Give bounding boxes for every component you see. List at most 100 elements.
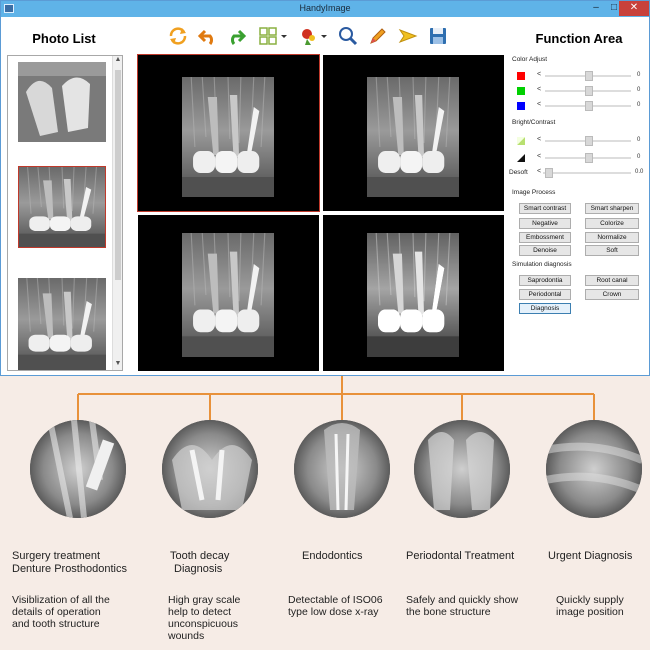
saprodontia-button[interactable]: Saprodontia [519, 275, 571, 286]
feature-title-line: Diagnosis [174, 563, 223, 575]
slider-knob[interactable] [585, 86, 593, 96]
xray-image [138, 215, 319, 371]
photo-thumbnail-selected[interactable] [18, 166, 106, 248]
surgery-xray-circle [30, 420, 126, 518]
urgent-diagnosis-xray-circle [546, 420, 642, 518]
diagnosis-button[interactable]: Diagnosis [519, 303, 571, 314]
slider-value: 0 [637, 137, 641, 143]
green-slider[interactable]: < 0 [517, 86, 643, 96]
smart-contrast-button[interactable]: Smart contrast [519, 203, 571, 214]
negative-button[interactable]: Negative [519, 218, 571, 229]
slider-left-icon[interactable]: < [537, 136, 541, 143]
zoom-icon[interactable] [337, 25, 359, 47]
image-pane[interactable] [138, 215, 319, 371]
red-slider[interactable]: < 0 [517, 71, 643, 81]
photo-thumbnail[interactable] [18, 278, 106, 370]
feature-title-line: Denture Prosthodontics [12, 563, 127, 575]
save-icon[interactable] [427, 25, 449, 47]
root-canal-button[interactable]: Root canal [585, 275, 639, 286]
scroll-thumb[interactable] [115, 70, 121, 280]
feature-title-line: Periodontal Treatment [406, 550, 515, 562]
pencil-icon[interactable] [367, 25, 389, 47]
minimize-button[interactable]: – [587, 1, 605, 16]
toolbar [129, 21, 509, 51]
photo-thumbnail[interactable] [18, 62, 106, 142]
green-swatch [517, 87, 525, 95]
feature-title-surgery: Surgery treatment Denture Prosthodontics [12, 550, 152, 576]
feature-desc-periodontal: Safely and quickly show the bone structu… [406, 594, 540, 618]
contrast-icon [517, 154, 525, 162]
arrow-tag-icon[interactable] [397, 25, 419, 47]
soft-button[interactable]: Soft [585, 245, 639, 256]
blue-slider[interactable]: < 0 [517, 101, 643, 111]
embossment-button[interactable]: Embossment [519, 232, 571, 243]
slider-knob[interactable] [545, 168, 553, 178]
slider-knob[interactable] [585, 101, 593, 111]
denoise-button[interactable]: Denoise [519, 245, 571, 256]
feature-desc-line: High gray scale [168, 594, 241, 606]
redo-icon[interactable] [225, 25, 247, 47]
colorize-button[interactable]: Colorize [585, 218, 639, 229]
feature-desc-line: image position [556, 606, 624, 618]
feature-desc-line: details of operation [12, 606, 101, 618]
crown-button[interactable]: Crown [585, 289, 639, 300]
thumbnail-image [18, 278, 106, 370]
scroll-down-icon[interactable]: ▼ [113, 360, 122, 370]
image-viewer [129, 51, 509, 373]
feature-desc-line: and tooth structure [12, 618, 100, 630]
image-pane[interactable] [323, 215, 504, 371]
image-pane[interactable] [137, 54, 320, 212]
endodontics-xray-circle [294, 420, 390, 518]
photo-list[interactable]: ▲ ▼ [7, 55, 123, 371]
slider-left-icon[interactable]: < [537, 86, 541, 93]
slider-left-icon[interactable]: < [537, 71, 541, 78]
feature-desc-tooth-decay: High gray scale help to detect unconspic… [168, 594, 278, 642]
slider-knob[interactable] [585, 71, 593, 81]
chevron-down-icon[interactable] [279, 25, 289, 47]
undo-icon[interactable] [197, 25, 219, 47]
feature-title-periodontal: Periodontal Treatment [406, 550, 536, 563]
slider-knob[interactable] [585, 136, 593, 146]
color-adjust-label: Color Adjust [512, 56, 548, 63]
xray-image [323, 55, 504, 211]
scroll-up-icon[interactable]: ▲ [113, 56, 122, 66]
slider-left-icon[interactable]: < [537, 101, 541, 108]
desoft-label: Desoft [509, 169, 528, 176]
slider-knob[interactable] [585, 153, 593, 163]
marker-icon[interactable] [297, 25, 319, 47]
photo-list-scrollbar[interactable]: ▲ ▼ [112, 56, 122, 370]
photo-list-panel: Photo List ▲ ▼ [5, 23, 123, 373]
image-pane[interactable] [323, 55, 504, 211]
slider-value: 0.0 [635, 169, 644, 175]
desoft-slider[interactable]: Desoft < 0.0 [509, 168, 649, 178]
periodontal-button[interactable]: Periodontal [519, 289, 571, 300]
normalize-button[interactable]: Normalize [585, 232, 639, 243]
xray-image [323, 215, 504, 371]
feature-title-urgent: Urgent Diagnosis [548, 550, 648, 563]
tooth-decay-xray-circle [162, 420, 258, 518]
refresh-icon[interactable] [167, 25, 189, 47]
smart-sharpen-button[interactable]: Smart sharpen [585, 203, 639, 214]
image-process-label: Image Process [512, 189, 556, 196]
feature-desc-line: Quickly supply [556, 594, 624, 606]
close-button[interactable]: ✕ [619, 1, 649, 16]
function-area-panel: Function Area Color Adjust < 0 < 0 < 0 B… [509, 23, 649, 373]
app-window: HandyImage – □ ✕ Photo List ▲ ▼ Function… [0, 0, 650, 376]
contrast-slider[interactable]: < 0 [517, 153, 643, 163]
feature-title-line: Endodontics [302, 550, 363, 562]
slider-left-icon[interactable]: < [537, 153, 541, 160]
feature-desc-line: type low dose x-ray [288, 606, 379, 618]
slider-track[interactable] [543, 172, 631, 174]
photo-list-title: Photo List [32, 31, 96, 46]
connector-lines [77, 376, 595, 420]
feature-title-line: Tooth decay [170, 550, 230, 562]
brightness-slider[interactable]: < 0 [517, 136, 643, 146]
slider-value: 0 [637, 102, 641, 108]
chevron-down-icon[interactable] [319, 25, 329, 47]
window-title: HandyImage [299, 3, 351, 13]
feature-desc-line: Detectable of ISO06 [288, 594, 383, 606]
title-bar[interactable]: HandyImage – □ ✕ [1, 1, 649, 17]
layout-grid-icon[interactable] [257, 25, 279, 47]
slider-left-icon[interactable]: < [537, 168, 541, 175]
brightness-icon [517, 137, 525, 145]
